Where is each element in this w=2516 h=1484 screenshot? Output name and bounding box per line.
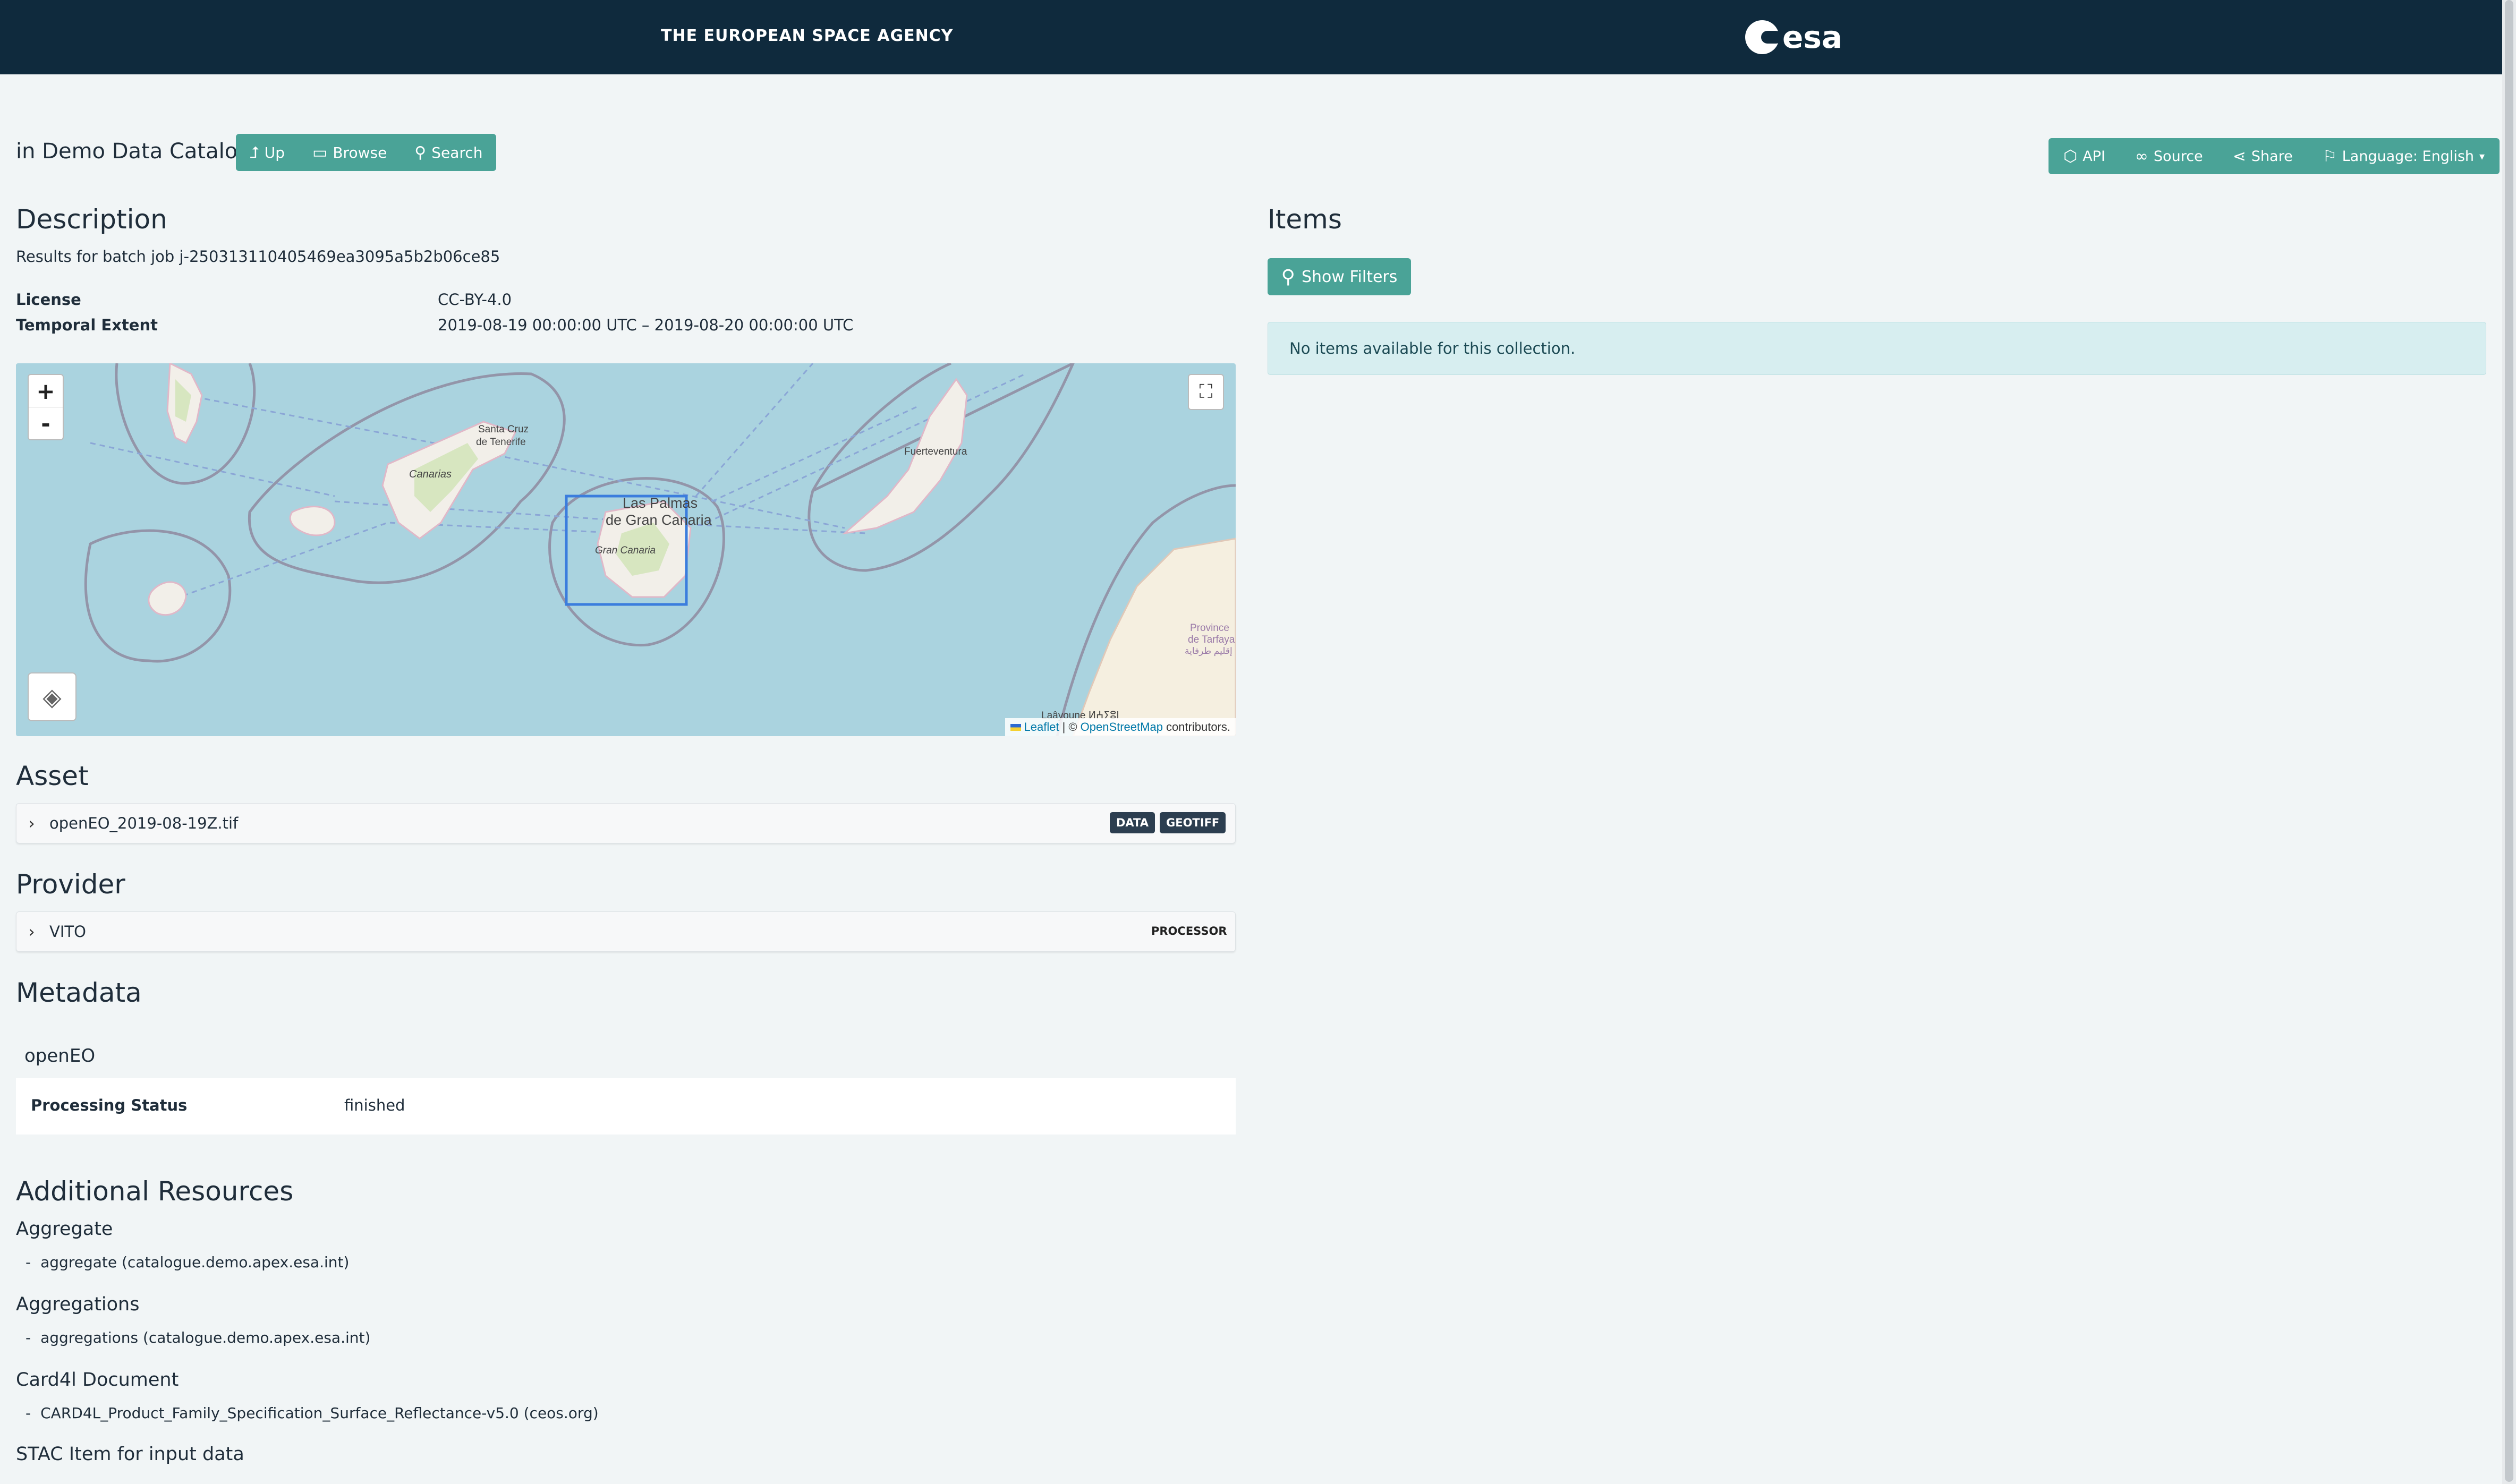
book-icon: ▭ <box>312 143 328 162</box>
chevron-right-icon: › <box>28 922 35 942</box>
resource-group-title: Aggregations <box>16 1294 140 1315</box>
browse-label: Browse <box>333 143 387 161</box>
resource-link[interactable]: - aggregations (catalogue.demo.apex.esa.i… <box>26 1329 370 1346</box>
processing-status-value: finished <box>344 1096 405 1114</box>
list-dash: - <box>26 1404 31 1422</box>
map-label-de-tenerife: de Tenerife <box>476 437 526 448</box>
provider-name: VITO <box>49 923 86 941</box>
resource-link-text[interactable]: aggregations (catalogue.demo.apex.esa.in… <box>40 1329 370 1346</box>
additional-resources-heading: Additional Resources <box>16 1176 294 1207</box>
asset-heading: Asset <box>16 761 89 791</box>
resource-group-title: Aggregate <box>16 1218 113 1240</box>
resource-group-title: STAC Item for input data <box>16 1444 244 1465</box>
license-value: CC-BY-4.0 <box>438 291 512 309</box>
esa-logo[interactable]: esa <box>1745 15 1842 59</box>
api-label: API <box>2082 148 2105 165</box>
zoom-out-button[interactable]: - <box>29 407 63 439</box>
temporal-extent-value: 2019-08-19 00:00:00 UTC – 2019-08-20 00:… <box>438 316 854 334</box>
esa-logo-text: esa <box>1782 19 1842 55</box>
ukraine-flag-icon <box>1010 723 1021 731</box>
description-heading: Description <box>16 204 167 235</box>
map-label-gran-canaria: Gran Canaria <box>595 545 656 556</box>
layers-icon[interactable]: ◈ <box>28 672 76 721</box>
attribution-rest: contributors. <box>1166 720 1230 734</box>
search-icon: ⚲ <box>414 143 427 162</box>
source-label: Source <box>2153 148 2203 165</box>
up-arrow-icon: ⮥ <box>250 143 259 162</box>
resource-link-text[interactable]: aggregate (catalogue.demo.apex.esa.int) <box>40 1253 349 1271</box>
license-label: License <box>16 291 81 309</box>
tools-button-group: ⬡ API ∞ Source ⋖ Share ⚐ Language: English ▾ <box>2048 138 2500 174</box>
share-button[interactable]: ⋖ Share <box>2218 138 2308 174</box>
description-text: Results for batch job j-250313110405469e… <box>16 248 500 266</box>
geotiff-badge: GEOTIFF <box>1160 812 1226 833</box>
osm-link[interactable]: OpenStreetMap <box>1081 720 1163 734</box>
map-attribution: Leaflet | © OpenStreetMap contributors. <box>1005 718 1236 736</box>
flag-icon: ⚐ <box>2322 147 2337 166</box>
data-badge: DATA <box>1110 812 1155 833</box>
page-scrollbar[interactable] <box>2502 0 2516 1484</box>
caret-down-icon: ▾ <box>2479 150 2485 163</box>
map-view[interactable]: Santa Cruz de Tenerife Canarias Las Palm… <box>16 363 1236 736</box>
map-label-de-tarfaya: de Tarfaya <box>1188 634 1235 645</box>
language-dropdown[interactable]: ⚐ Language: English ▾ <box>2308 138 2500 174</box>
map-label-de-gran-canaria: de Gran Canaria <box>606 512 712 528</box>
temporal-extent-label: Temporal Extent <box>16 316 158 334</box>
search-label: Search <box>431 143 483 161</box>
resource-link-text[interactable]: CARD4L_Product_Family_Specification_Surf… <box>40 1404 599 1422</box>
processing-status-label: Processing Status <box>31 1096 188 1114</box>
browse-button[interactable]: ▭ Browse <box>299 134 401 171</box>
empty-items-alert: No items available for this collection. <box>1268 322 2486 375</box>
api-button[interactable]: ⬡ API <box>2048 138 2120 174</box>
map-label-province: Province <box>1190 622 1229 634</box>
resource-link[interactable]: - CARD4L_Product_Family_Specification_Sur… <box>26 1404 599 1422</box>
share-icon: ⋖ <box>2232 147 2246 166</box>
items-heading: Items <box>1268 204 1342 235</box>
source-button[interactable]: ∞ Source <box>2120 138 2218 174</box>
link-icon: ∞ <box>2135 147 2148 166</box>
fullscreen-icon[interactable]: ⛶ <box>1188 374 1224 410</box>
box-icon: ⬡ <box>2063 147 2078 166</box>
map-label-fuerteventura: Fuerteventura <box>904 446 967 457</box>
search-button[interactable]: ⚲ Search <box>401 134 496 171</box>
up-label: Up <box>264 143 285 161</box>
asset-name: openEO_2019-08-19Z.tif <box>49 814 239 832</box>
esa-logo-mark-icon <box>1745 20 1782 54</box>
metadata-group-title: openEO <box>24 1045 96 1067</box>
empty-items-message: No items available for this collection. <box>1289 339 1576 357</box>
resource-link[interactable]: - aggregate (catalogue.demo.apex.esa.int) <box>26 1253 349 1271</box>
map-label-tarfaya-arabic: إقليم طرفاية <box>1185 646 1232 656</box>
language-label: Language: English <box>2342 148 2475 165</box>
list-dash: - <box>26 1253 31 1271</box>
leaflet-link[interactable]: Leaflet <box>1024 720 1059 734</box>
show-filters-button[interactable]: ⚲ Show Filters <box>1268 258 1411 295</box>
map-label-canarias: Canarias <box>409 468 452 480</box>
agency-title: THE EUROPEAN SPACE AGENCY <box>661 27 954 45</box>
top-header: THE EUROPEAN SPACE AGENCY esa <box>0 0 2502 74</box>
chevron-right-icon: › <box>28 813 35 833</box>
up-button[interactable]: ⮥ Up <box>236 134 299 171</box>
map-label-santa-cruz: Santa Cruz <box>478 424 529 435</box>
attribution-sep: | © <box>1062 720 1077 734</box>
asset-accordion[interactable]: › openEO_2019-08-19Z.tif DATA GEOTIFF <box>16 803 1236 843</box>
provider-heading: Provider <box>16 869 125 900</box>
zoom-control: + - <box>28 374 64 440</box>
scrollbar-thumb[interactable] <box>2505 0 2513 1482</box>
map-label-las-palmas: Las Palmas <box>623 495 698 511</box>
search-icon: ⚲ <box>1281 266 1295 288</box>
processor-badge: PROCESSOR <box>1151 925 1227 937</box>
provider-accordion[interactable]: › VITO PROCESSOR <box>16 911 1236 952</box>
resource-group-title: Card4l Document <box>16 1369 179 1391</box>
share-label: Share <box>2251 148 2293 165</box>
metadata-heading: Metadata <box>16 977 142 1008</box>
list-dash: - <box>26 1329 31 1346</box>
show-filters-label: Show Filters <box>1301 267 1398 286</box>
zoom-in-button[interactable]: + <box>29 375 63 407</box>
metadata-row: Processing Status finished <box>16 1078 1236 1135</box>
nav-button-group: ⮥ Up ▭ Browse ⚲ Search <box>236 134 497 171</box>
